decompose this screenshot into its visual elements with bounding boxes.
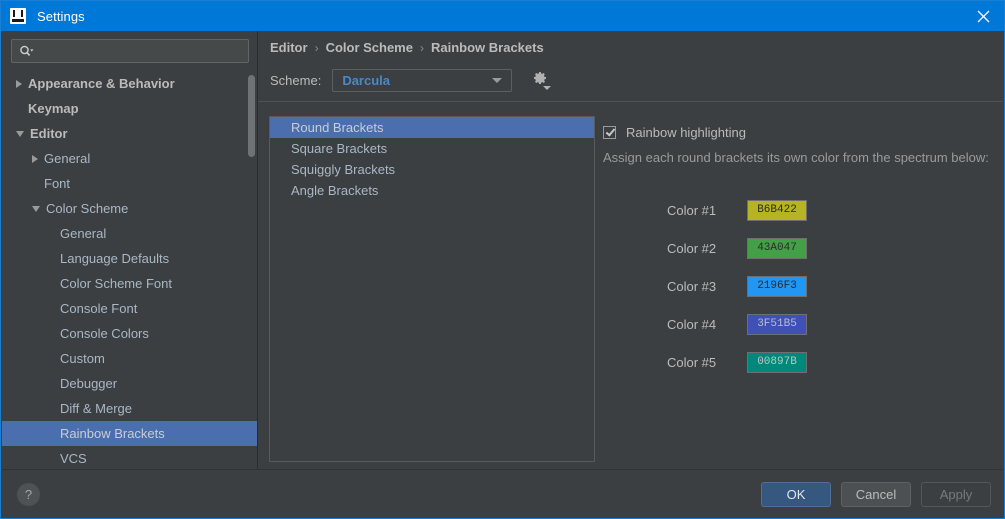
color-row: Color #5 00897B: [603, 343, 993, 381]
sidebar-item-appearance-behavior[interactable]: Appearance & Behavior: [2, 71, 258, 96]
sidebar-item-label: Editor: [30, 126, 68, 141]
sidebar-item-label: General: [60, 226, 107, 241]
bracket-list-item[interactable]: Square Brackets: [270, 138, 594, 159]
sidebar-item-vcs[interactable]: VCS: [2, 446, 258, 469]
search-field[interactable]: [11, 39, 249, 63]
sidebar-item-rainbow-brackets[interactable]: Rainbow Brackets: [2, 421, 258, 446]
scheme-dropdown[interactable]: Darcula: [332, 69, 513, 92]
color-row: Color #1 B6B422: [603, 191, 993, 229]
scheme-dropdown-value: Darcula: [342, 73, 391, 88]
color-row: Color #3 2196F3: [603, 267, 993, 305]
rainbow-highlighting-checkbox[interactable]: Rainbow highlighting: [603, 125, 993, 140]
scheme-row: Scheme: Darcula: [270, 69, 552, 92]
sidebar-item-label: Diff & Merge: [60, 401, 133, 416]
sidebar-item-label: Debugger: [60, 376, 118, 391]
color-swatch[interactable]: 00897B: [747, 351, 807, 373]
sidebar-item-color-scheme-font[interactable]: Color Scheme Font: [2, 271, 258, 296]
dialog-buttons: OK Cancel Apply: [761, 482, 991, 507]
ok-button[interactable]: OK: [761, 482, 831, 507]
rainbow-highlighting-label: Rainbow highlighting: [626, 125, 746, 140]
chevron-down-icon: [492, 78, 503, 83]
sidebar-item-label: Custom: [60, 351, 105, 366]
sidebar-item-label: Color Scheme Font: [60, 276, 172, 291]
sidebar-item-label: Keymap: [28, 101, 79, 116]
sidebar-item-label: Font: [44, 176, 71, 191]
intellij-idea-icon: [10, 8, 26, 24]
apply-button: Apply: [921, 482, 991, 507]
breadcrumb-separator: ›: [419, 40, 424, 55]
color-label: Color #2: [667, 240, 717, 256]
color-swatch[interactable]: 43A047: [747, 237, 807, 259]
sidebar-item-label: Console Font: [60, 301, 138, 316]
breadcrumb-item[interactable]: Editor: [270, 40, 308, 55]
sidebar-item-label: Console Colors: [60, 326, 149, 341]
bracket-list-item[interactable]: Squiggly Brackets: [270, 159, 594, 180]
sidebar-item-diff-merge[interactable]: Diff & Merge: [2, 396, 258, 421]
sidebar-item-keymap[interactable]: Keymap: [2, 96, 258, 121]
sidebar-item-font[interactable]: Font: [2, 171, 258, 196]
sidebar-item-label: Color Scheme: [46, 201, 129, 216]
sidebar-item-editor[interactable]: Editor: [2, 121, 258, 146]
color-row: Color #4 3F51B5: [603, 305, 993, 343]
breadcrumb-item[interactable]: Color Scheme: [326, 40, 413, 55]
settings-tree[interactable]: Appearance & Behavior Keymap Editor General…: [2, 71, 258, 469]
color-swatch[interactable]: 2196F3: [747, 275, 807, 297]
checkbox-icon: [603, 126, 616, 139]
scheme-label: Scheme:: [270, 73, 322, 88]
bracket-list-item[interactable]: Angle Brackets: [270, 180, 594, 201]
chevron-right-icon[interactable]: [32, 154, 38, 163]
color-label: Color #5: [667, 354, 717, 370]
sidebar-item-console-colors[interactable]: Console Colors: [2, 321, 258, 346]
close-icon[interactable]: [961, 1, 1004, 31]
options-hint: Assign each round brackets its own color…: [603, 150, 989, 165]
chevron-down-icon[interactable]: [32, 205, 40, 212]
sidebar-item-label: Language Defaults: [60, 251, 170, 266]
color-label: Color #4: [667, 316, 717, 332]
settings-content: Editor › Color Scheme › Rainbow Brackets Sch…: [258, 31, 1003, 469]
sidebar-item-label: VCS: [60, 451, 87, 466]
sidebar-scrollbar-thumb[interactable]: [248, 75, 255, 157]
settings-dialog: Settings Appearance & Behavior Keymap Ed…: [0, 0, 1005, 519]
color-swatch[interactable]: B6B422: [747, 199, 807, 221]
title-bar: Settings: [1, 1, 1004, 31]
options-panel: Rainbow highlighting Assign each round b…: [603, 116, 993, 463]
breadcrumb-item[interactable]: Rainbow Brackets: [431, 40, 544, 55]
color-row: Color #2 43A047: [603, 229, 993, 267]
settings-sidebar: Appearance & Behavior Keymap Editor General…: [2, 31, 258, 469]
search-icon: [19, 45, 34, 58]
bracket-type-list[interactable]: Round Brackets Square Brackets Squiggly Br…: [269, 116, 595, 462]
bracket-list-item[interactable]: Round Brackets: [270, 117, 594, 138]
breadcrumb-separator: ›: [314, 40, 319, 55]
sidebar-item-general[interactable]: General: [2, 221, 258, 246]
color-swatch-list: Color #1 B6B422 Color #2 43A047 Color #3 2196…: [603, 191, 993, 381]
section-divider: [258, 101, 1003, 102]
color-swatch[interactable]: 3F51B5: [747, 313, 807, 335]
color-label: Color #1: [667, 202, 717, 218]
help-button[interactable]: ?: [17, 483, 40, 506]
sidebar-item-label: General: [44, 151, 91, 166]
sidebar-item-debugger[interactable]: Debugger: [2, 371, 258, 396]
sidebar-item-color-scheme[interactable]: Color Scheme: [2, 196, 258, 221]
dialog-footer: ? OK Cancel Apply: [2, 469, 1003, 518]
chevron-down-icon[interactable]: [16, 130, 24, 137]
sidebar-item-label: Rainbow Brackets: [60, 426, 165, 441]
sidebar-item-console-font[interactable]: Console Font: [2, 296, 258, 321]
search-input[interactable]: [40, 43, 234, 59]
sidebar-item-custom[interactable]: Custom: [2, 346, 258, 371]
breadcrumb: Editor › Color Scheme › Rainbow Brackets: [270, 40, 544, 55]
window-title: Settings: [37, 8, 85, 24]
sidebar-item-language-defaults[interactable]: Language Defaults: [2, 246, 258, 271]
cancel-button[interactable]: Cancel: [841, 482, 911, 507]
color-label: Color #3: [667, 278, 717, 294]
chevron-right-icon[interactable]: [16, 79, 22, 88]
sidebar-item-label: Appearance & Behavior: [28, 76, 175, 91]
chevron-down-icon: [543, 85, 552, 90]
sidebar-item-general[interactable]: General: [2, 146, 258, 171]
scheme-settings-button[interactable]: [529, 70, 552, 92]
